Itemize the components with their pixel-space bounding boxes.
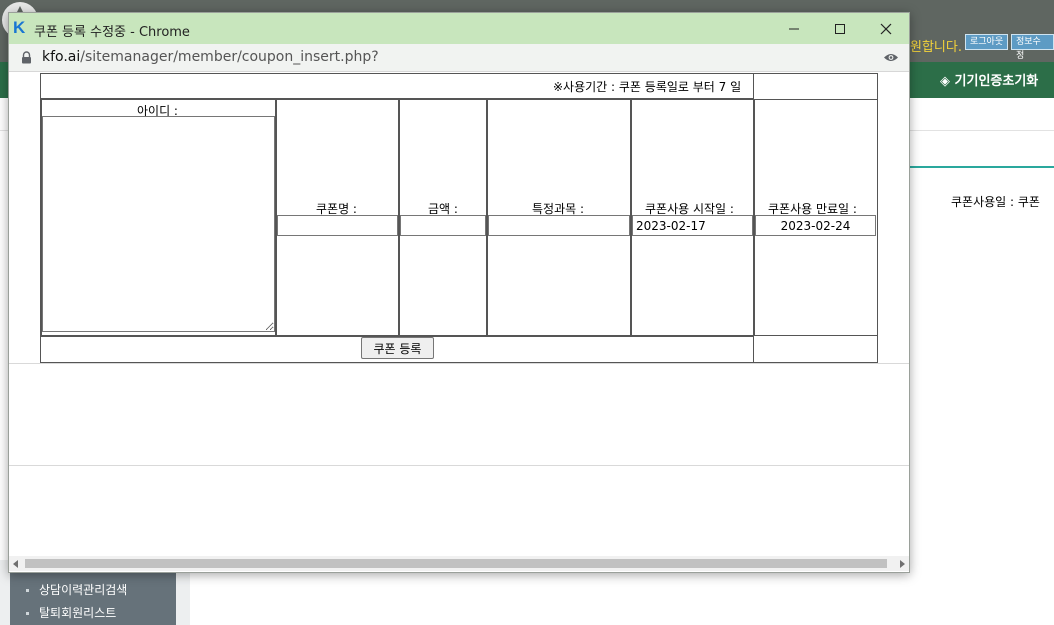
maximize-icon <box>835 23 845 34</box>
subject-input[interactable] <box>488 215 630 236</box>
minimize-icon <box>789 28 799 29</box>
close-button[interactable] <box>863 13 909 44</box>
maximize-button[interactable] <box>817 13 863 44</box>
coupon-usage-text: 쿠폰사용일 : 쿠폰 <box>951 195 1040 209</box>
nav-item-device-reset[interactable]: ◈ 기기인증초기화 <box>940 70 1038 89</box>
horizontal-scrollbar[interactable] <box>9 556 909 571</box>
bullet-icon <box>26 612 29 615</box>
eye-icon[interactable] <box>883 52 899 63</box>
frame-divider <box>9 363 909 364</box>
end-date-input[interactable] <box>755 215 876 236</box>
url-text: kfo.ai/sitemanager/member/coupon_insert.… <box>42 49 379 65</box>
popup-window: K 쿠폰 등록 수정중 - Chrome kfo.ai/sitemanager/… <box>8 12 910 573</box>
window-title: 쿠폰 등록 수정중 - Chrome <box>34 25 190 40</box>
period-notice: ※사용기간 : 쿠폰 등록일로 부터 7 일 <box>553 80 742 94</box>
scrollbar-thumb[interactable] <box>25 559 887 568</box>
scroll-left-icon[interactable] <box>13 560 18 568</box>
address-bar[interactable]: kfo.ai/sitemanager/member/coupon_insert.… <box>9 44 909 72</box>
page-content: ※사용기간 : 쿠폰 등록일로 부터 7 일 아이디 : 쿠폰명 : 금액 : … <box>9 72 909 556</box>
coupon-register-button[interactable]: 쿠폰 등록 <box>361 337 434 359</box>
sidebar-item-withdrawn-members[interactable]: 탈퇴회원리스트 <box>26 604 116 621</box>
close-icon <box>880 23 892 34</box>
lock-icon <box>22 51 31 64</box>
bullet-icon <box>26 589 29 592</box>
start-date-input[interactable] <box>632 215 753 236</box>
frame-divider <box>9 465 909 466</box>
greeting-text: 원합니다. <box>910 40 962 55</box>
k-app-icon: K <box>13 18 26 37</box>
sidebar-item-consult-history[interactable]: 상담이력관리검색 <box>26 581 127 598</box>
accent-divider <box>908 166 1054 168</box>
amount-input[interactable] <box>400 215 486 236</box>
minimize-button[interactable] <box>771 13 817 44</box>
scroll-right-icon[interactable] <box>900 560 905 568</box>
coupon-name-input[interactable] <box>277 215 398 236</box>
edit-info-button[interactable]: 정보수정 <box>1011 34 1054 61</box>
logout-button[interactable]: 로그아웃 <box>965 34 1009 50</box>
id-textarea[interactable] <box>42 116 275 332</box>
window-titlebar[interactable]: K 쿠폰 등록 수정중 - Chrome <box>9 13 909 44</box>
